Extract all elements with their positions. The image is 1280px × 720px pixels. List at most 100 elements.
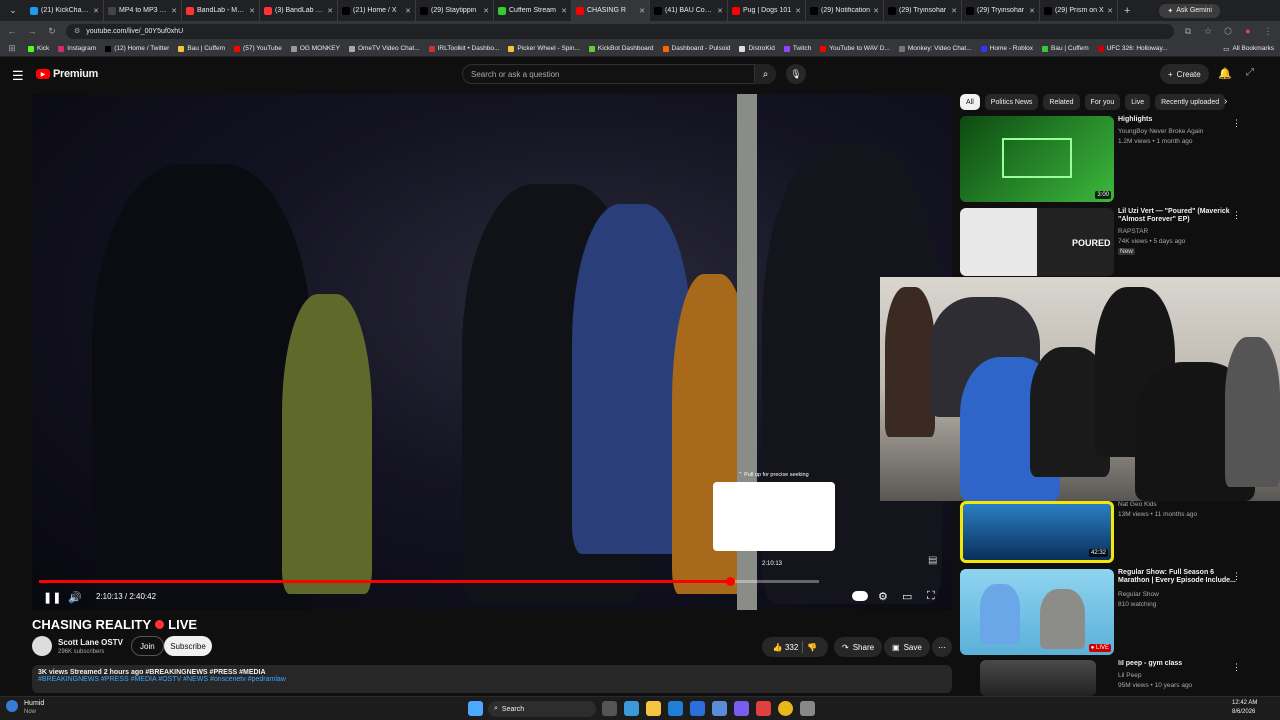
rec-item[interactable]: 42:32 Nat Geo Kids 13M views • 11 months…: [960, 501, 1260, 563]
back-icon[interactable]: ←: [6, 26, 18, 36]
create-button[interactable]: + Create: [1160, 64, 1209, 84]
browser-tab[interactable]: (29) Prism on X ✕: [1040, 0, 1118, 21]
bookmark-item[interactable]: Monkey: Video Chat...: [898, 45, 972, 52]
clock-date[interactable]: 8/6/2026: [1232, 709, 1255, 715]
browser-tab[interactable]: (29) Staytippin ✕: [416, 0, 494, 21]
rec-thumbnail[interactable]: POURED: [960, 208, 1114, 276]
bookmark-item[interactable]: OG MONKEY: [290, 45, 340, 52]
share-button[interactable]: ↷ Share: [834, 637, 883, 657]
filter-chip[interactable]: All: [960, 94, 980, 110]
tab-search-icon[interactable]: ⌄: [0, 0, 26, 21]
filter-chip[interactable]: Related: [1043, 94, 1080, 110]
voice-search-button[interactable]: 🎙: [786, 64, 806, 84]
tab-close-icon[interactable]: ✕: [1107, 7, 1113, 15]
browser-tab[interactable]: MP4 to MP3 | C ✕: [104, 0, 182, 21]
bookmark-item[interactable]: Kick: [28, 45, 49, 52]
tab-close-icon[interactable]: ✕: [795, 7, 801, 15]
filter-chip[interactable]: Recently uploaded: [1155, 94, 1226, 110]
search-button[interactable]: ⌕: [754, 64, 776, 84]
tab-close-icon[interactable]: ✕: [1029, 7, 1035, 15]
hamburger-menu-icon[interactable]: ☰: [12, 68, 24, 84]
extensions-icon[interactable]: ⬡: [1222, 26, 1234, 37]
browser-tab[interactable]: (29) Tryinsohar ✕: [962, 0, 1040, 21]
volume-button[interactable]: 🔊: [68, 591, 82, 604]
close-miniplayer-icon[interactable]: ⤢: [1246, 67, 1254, 78]
channel-name[interactable]: Scott Lane OSTV: [58, 638, 123, 647]
search-input[interactable]: Search or ask a question: [462, 64, 776, 84]
fullscreen-icon[interactable]: ⛶: [927, 590, 935, 603]
tab-close-icon[interactable]: ✕: [93, 7, 99, 15]
chrome-icon[interactable]: [778, 701, 793, 716]
rec-channel[interactable]: Lil Peep: [1118, 672, 1142, 679]
chat-toggle-icon[interactable]: ▤: [928, 555, 937, 566]
browser-tab[interactable]: (21) KickChamp ✕: [26, 0, 104, 21]
file-explorer-icon[interactable]: [646, 701, 661, 716]
rec-item[interactable]: ● LIVE Regular Show: Full Season 6 Marat…: [960, 569, 1260, 655]
browser-tab[interactable]: (29) Tryinsohar ✕: [884, 0, 962, 21]
url-field[interactable]: ⚙ youtube.com/live/_00Y5uf0xhU: [66, 23, 1174, 39]
rec-menu-icon[interactable]: ⋮: [1232, 662, 1241, 673]
bookmark-item[interactable]: Bau | Cuffem: [1042, 45, 1089, 52]
browser-tab[interactable]: (41) BAU Comm ✕: [650, 0, 728, 21]
rec-menu-icon[interactable]: ⋮: [1232, 210, 1241, 221]
youtube-logo[interactable]: ▶ Premium: [36, 68, 98, 80]
chips-next-icon[interactable]: ›: [1224, 96, 1227, 107]
dislike-button[interactable]: 👎: [807, 643, 817, 652]
browser-tab[interactable]: (21) Home / X ✕: [338, 0, 416, 21]
rec-channel[interactable]: RAPSTAR: [1118, 228, 1148, 235]
rec-title[interactable]: lil peep - gym class: [1118, 660, 1238, 668]
rec-menu-icon[interactable]: ⋮: [1232, 571, 1241, 582]
bookmark-item[interactable]: Dashboard - Pulsoid: [662, 45, 730, 52]
filter-chip[interactable]: Politics News: [984, 94, 1039, 110]
bookmark-item[interactable]: YouTube to WAV D...: [820, 45, 890, 52]
install-icon[interactable]: ⧉: [1182, 26, 1194, 37]
bookmark-item[interactable]: Bau | Cuffem: [178, 45, 225, 52]
channel-avatar[interactable]: [32, 636, 52, 656]
rec-thumbnail[interactable]: ● LIVE: [960, 569, 1114, 655]
rec-title[interactable]: Highlights: [1118, 116, 1238, 124]
edge-icon[interactable]: [668, 701, 683, 716]
description-box[interactable]: 3K views Streamed 2 hours ago #BREAKINGN…: [32, 665, 952, 693]
bookmark-item[interactable]: KickBot Dashboard: [588, 45, 654, 52]
weather-icon[interactable]: [6, 700, 18, 712]
filter-chip[interactable]: For you: [1084, 94, 1121, 110]
bookmark-item[interactable]: Home - Roblox: [980, 45, 1033, 52]
save-button[interactable]: ▣ Save: [884, 637, 930, 657]
bookmark-item[interactable]: Twitch: [783, 45, 811, 52]
apps-icon[interactable]: ⊞: [6, 43, 18, 54]
browser-tab[interactable]: (3) BandLab - M ✕: [260, 0, 338, 21]
browser-tab[interactable]: Cuffem Stream ✕: [494, 0, 572, 21]
taskbar-search[interactable]: ⌕ Search: [488, 701, 596, 717]
rec-title[interactable]: Regular Show: Full Season 6 Marathon | E…: [1118, 569, 1238, 586]
discord-icon[interactable]: [734, 701, 749, 716]
browser-tab[interactable]: BandLab - Make ✕: [182, 0, 260, 21]
tab-close-icon[interactable]: ✕: [561, 7, 567, 15]
bookmark-item[interactable]: IRLToolkit • Dashbo...: [428, 45, 499, 52]
bookmark-item[interactable]: (57) YouTube: [234, 45, 282, 52]
rec-title[interactable]: Lil Uzi Vert — "Poured" (Maverick "Almos…: [1118, 208, 1238, 225]
task-view-icon[interactable]: [602, 701, 617, 716]
reload-icon[interactable]: ↻: [46, 26, 58, 37]
rec-channel[interactable]: Nat Geo Kids: [1118, 501, 1157, 508]
bookmark-item[interactable]: Picker Wheel - Spin...: [508, 45, 580, 52]
autoplay-toggle[interactable]: [852, 591, 868, 601]
rec-item[interactable]: POURED Lil Uzi Vert — "Poured" (Maverick…: [960, 208, 1260, 278]
settings-icon[interactable]: [800, 701, 815, 716]
clock-time[interactable]: 12:42 AM: [1232, 700, 1257, 706]
browser-tab[interactable]: Pug | Dogs 101 ✕: [728, 0, 806, 21]
bookmark-item[interactable]: DistroKid: [739, 45, 775, 52]
tab-close-icon[interactable]: ✕: [405, 7, 411, 15]
tab-close-icon[interactable]: ✕: [249, 7, 255, 15]
rec-thumbnail[interactable]: 3:00: [960, 116, 1114, 202]
tab-close-icon[interactable]: ✕: [639, 7, 645, 15]
tab-close-icon[interactable]: ✕: [717, 7, 723, 15]
pause-button[interactable]: ❚❚: [43, 591, 61, 604]
ask-gemini-button[interactable]: ✦ Ask Gemini: [1159, 3, 1220, 18]
tab-close-icon[interactable]: ✕: [171, 7, 177, 15]
theater-mode-icon[interactable]: ▭: [902, 590, 912, 603]
new-tab-icon[interactable]: +: [1124, 5, 1130, 17]
bookmark-star-icon[interactable]: ☆: [1202, 26, 1214, 37]
join-button[interactable]: Join: [131, 636, 164, 656]
browser-tab[interactable]: (29) Notification ✕: [806, 0, 884, 21]
forward-icon[interactable]: →: [26, 26, 38, 36]
